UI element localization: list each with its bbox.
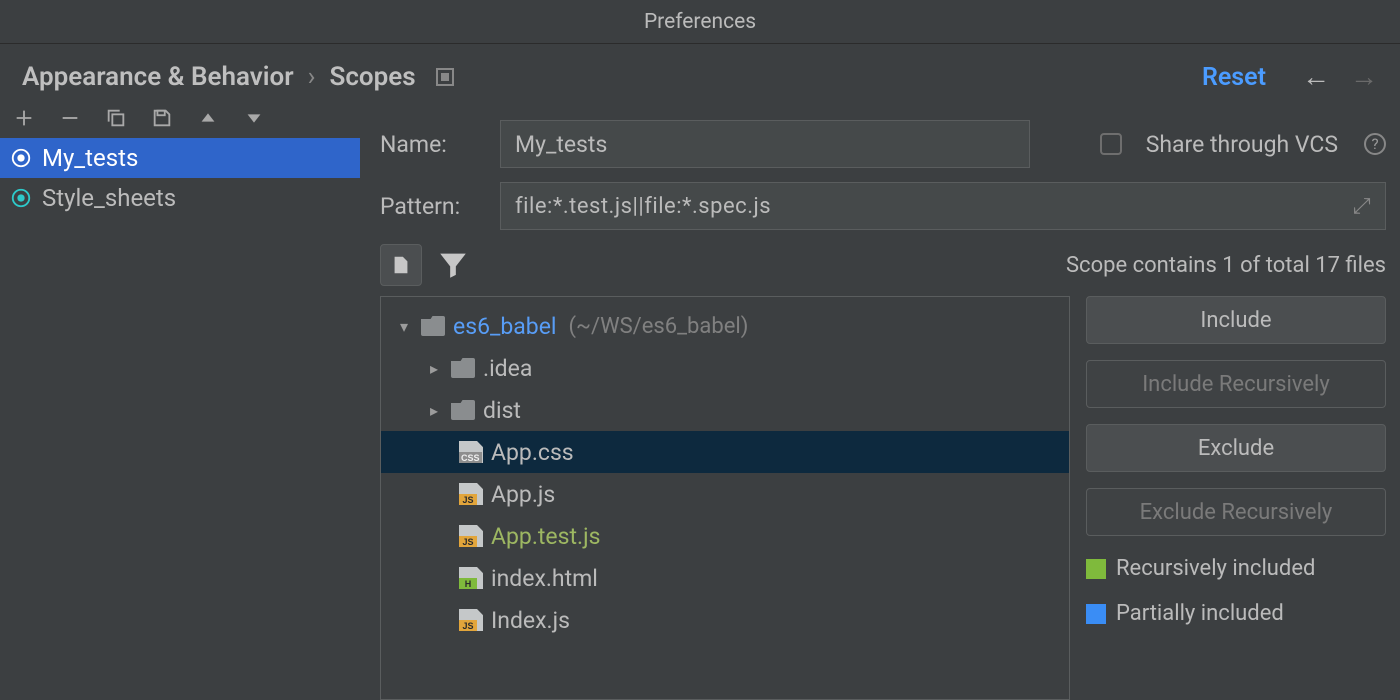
tree-item-label: App.test.js xyxy=(491,523,600,550)
scope-buttons: Include Include Recursively Exclude Excl… xyxy=(1086,296,1386,700)
tree-folder-dist[interactable]: ▸ dist xyxy=(381,389,1069,431)
include-recursively-button[interactable]: Include Recursively xyxy=(1086,360,1386,408)
legend-partially-included: Partially included xyxy=(1086,601,1386,626)
file-js-icon: JS xyxy=(459,609,483,631)
swatch-blue-icon xyxy=(1086,604,1106,624)
tree-folder-idea[interactable]: ▸ .idea xyxy=(381,347,1069,389)
folder-icon xyxy=(451,400,475,420)
share-vcs-label: Share through VCS xyxy=(1146,131,1338,158)
filter-icon[interactable] xyxy=(436,248,470,282)
chevron-down-icon[interactable]: ▾ xyxy=(395,317,413,336)
tree-item-label: .idea xyxy=(483,355,532,382)
reset-button[interactable]: Reset xyxy=(1202,63,1266,92)
breadcrumb-root[interactable]: Appearance & Behavior xyxy=(22,62,294,92)
name-label: Name: xyxy=(380,131,480,158)
breadcrumb-separator-icon: › xyxy=(308,62,316,92)
file-html-icon: H xyxy=(459,567,483,589)
breadcrumb-leaf[interactable]: Scopes xyxy=(329,62,415,92)
structure-icon[interactable] xyxy=(436,68,454,86)
help-icon[interactable]: ? xyxy=(1364,133,1386,155)
pattern-input[interactable]: file:*.test.js||file:*.spec.js ⤢ xyxy=(500,182,1386,230)
tree-item-label: index.html xyxy=(491,565,598,592)
tree-file-app-test-js[interactable]: JS App.test.js xyxy=(381,515,1069,557)
folder-icon xyxy=(421,316,445,336)
file-js-icon: JS xyxy=(459,483,483,505)
scopes-sidebar: My_tests Style_sheets xyxy=(0,102,360,700)
folder-icon xyxy=(451,358,475,378)
remove-icon[interactable] xyxy=(58,106,82,130)
file-js-icon: JS xyxy=(459,525,483,547)
file-tree[interactable]: ▾ es6_babel (~/WS/es6_babel) ▸ .idea ▸ d… xyxy=(380,296,1070,700)
tree-item-label: Index.js xyxy=(491,607,570,634)
scope-item-my-tests[interactable]: My_tests xyxy=(0,138,360,178)
include-button[interactable]: Include xyxy=(1086,296,1386,344)
scope-local-icon xyxy=(10,147,32,169)
swatch-green-icon xyxy=(1086,559,1106,579)
exclude-button[interactable]: Exclude xyxy=(1086,424,1386,472)
breadcrumb: Appearance & Behavior › Scopes xyxy=(22,62,454,92)
file-css-icon: CSS xyxy=(459,441,483,463)
exclude-recursively-button[interactable]: Exclude Recursively xyxy=(1086,488,1386,536)
window-title: Preferences xyxy=(0,0,1400,44)
scope-item-label: Style_sheets xyxy=(42,184,176,212)
project-path: (~/WS/es6_babel) xyxy=(569,314,749,339)
pattern-label: Pattern: xyxy=(380,193,480,220)
pattern-value: file:*.test.js||file:*.spec.js xyxy=(515,194,771,219)
name-input[interactable] xyxy=(500,120,1030,168)
legend-recursively-included: Recursively included xyxy=(1086,556,1386,581)
add-icon[interactable] xyxy=(12,106,36,130)
move-up-icon[interactable] xyxy=(196,106,220,130)
scopes-toolbar xyxy=(0,102,360,138)
project-name: es6_babel xyxy=(453,313,557,340)
tree-item-label: App.css xyxy=(491,439,574,466)
tree-project-root[interactable]: ▾ es6_babel (~/WS/es6_babel) xyxy=(381,305,1069,347)
tree-file-app-css[interactable]: CSS App.css xyxy=(381,431,1069,473)
scope-item-label: My_tests xyxy=(42,144,138,172)
scope-item-style-sheets[interactable]: Style_sheets xyxy=(0,178,360,218)
scope-count-text: Scope contains 1 of total 17 files xyxy=(1066,253,1386,278)
share-vcs-checkbox[interactable] xyxy=(1100,133,1122,155)
new-file-icon[interactable] xyxy=(380,244,422,286)
tree-file-index-html[interactable]: H index.html xyxy=(381,557,1069,599)
scopes-list: My_tests Style_sheets xyxy=(0,138,360,700)
tree-item-label: App.js xyxy=(491,481,555,508)
expand-icon[interactable]: ⤢ xyxy=(1353,194,1371,219)
back-icon[interactable]: ← xyxy=(1302,63,1330,91)
chevron-right-icon[interactable]: ▸ xyxy=(425,401,443,420)
scope-editor: Name: Share through VCS ? Pattern: file:… xyxy=(360,102,1400,700)
chevron-right-icon[interactable]: ▸ xyxy=(425,359,443,378)
scope-shared-icon xyxy=(10,187,32,209)
header-bar: Appearance & Behavior › Scopes Reset ← → xyxy=(0,44,1400,102)
legend-label: Partially included xyxy=(1116,601,1284,626)
forward-icon: → xyxy=(1350,63,1378,91)
copy-icon[interactable] xyxy=(104,106,128,130)
save-icon[interactable] xyxy=(150,106,174,130)
tree-item-label: dist xyxy=(483,397,521,424)
legend-label: Recursively included xyxy=(1116,556,1315,581)
move-down-icon[interactable] xyxy=(242,106,266,130)
tree-file-index-js[interactable]: JS Index.js xyxy=(381,599,1069,641)
tree-file-app-js[interactable]: JS App.js xyxy=(381,473,1069,515)
